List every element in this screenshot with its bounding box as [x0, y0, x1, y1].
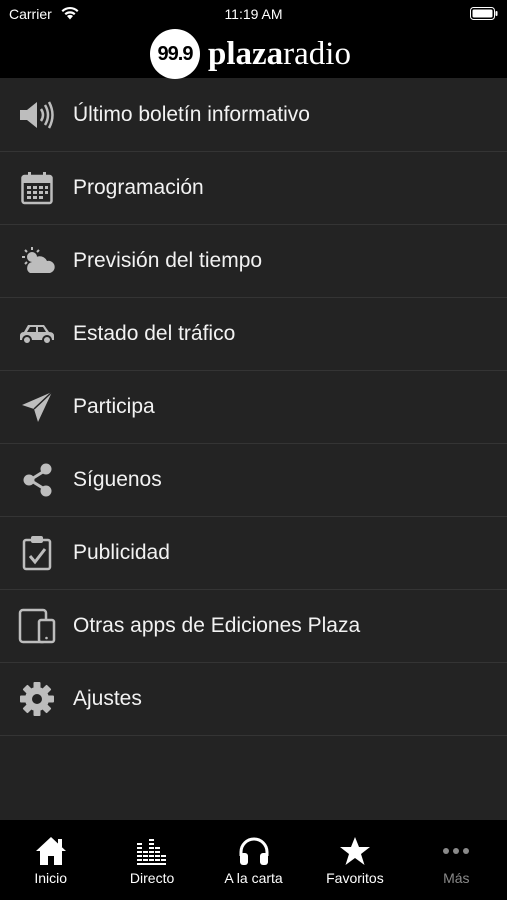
plaza-radio-logo: 99.9 plazaradio	[150, 29, 351, 79]
clipboard-icon	[18, 534, 56, 572]
menu-item-ultimo-boletin[interactable]: Último boletín informativo	[0, 79, 507, 152]
logo-word-radio: radio	[283, 35, 351, 72]
tab-bar: Inicio Directo A la carta Favoritos Más	[0, 820, 507, 900]
menu-item-prevision-tiempo[interactable]: Previsión del tiempo	[0, 225, 507, 298]
app-header: 99.9 plazaradio	[0, 28, 507, 79]
gear-icon	[18, 680, 56, 718]
logo-frequency-badge: 99.9	[150, 29, 200, 79]
menu-item-otras-apps[interactable]: Otras apps de Ediciones Plaza	[0, 590, 507, 663]
menu-label: Otras apps de Ediciones Plaza	[73, 614, 361, 637]
tab-label: Directo	[129, 870, 175, 886]
home-icon	[34, 834, 68, 868]
tab-favoritos[interactable]: Favoritos	[304, 820, 405, 900]
share-icon	[18, 461, 56, 499]
menu-label: Ajustes	[73, 687, 142, 710]
menu-item-siguenos[interactable]: Síguenos	[0, 444, 507, 517]
tab-label: Favoritos	[326, 870, 384, 886]
status-bar: Carrier 11:19 AM	[0, 0, 507, 28]
menu-label: Síguenos	[73, 468, 162, 491]
weather-icon	[18, 242, 56, 280]
menu-item-programacion[interactable]: Programación	[0, 152, 507, 225]
devices-icon	[18, 607, 56, 645]
menu-label: Participa	[73, 395, 155, 418]
more-icon	[439, 834, 473, 868]
tab-label: Más	[443, 870, 470, 886]
tab-directo[interactable]: Directo	[101, 820, 202, 900]
calendar-icon	[18, 169, 56, 207]
logo-wordmark: plazaradio	[208, 35, 351, 72]
speaker-icon	[18, 96, 56, 134]
headphones-icon	[237, 834, 271, 868]
menu-label: Programación	[73, 176, 204, 199]
tab-label: Inicio	[34, 870, 68, 886]
paper-plane-icon	[18, 388, 56, 426]
car-icon	[18, 315, 56, 353]
tab-inicio[interactable]: Inicio	[0, 820, 101, 900]
menu-label: Previsión del tiempo	[73, 249, 263, 272]
menu-label: Último boletín informativo	[73, 103, 310, 126]
menu-label: Publicidad	[73, 541, 170, 564]
more-menu-list: Último boletín informativo Programación …	[0, 79, 507, 736]
equalizer-icon	[135, 834, 169, 868]
tab-mas[interactable]: Más	[406, 820, 507, 900]
menu-item-participa[interactable]: Participa	[0, 371, 507, 444]
star-icon	[338, 834, 372, 868]
logo-word-plaza: plaza	[208, 35, 284, 72]
clock: 11:19 AM	[224, 6, 283, 22]
menu-item-publicidad[interactable]: Publicidad	[0, 517, 507, 590]
menu-item-ajustes[interactable]: Ajustes	[0, 663, 507, 736]
menu-item-estado-trafico[interactable]: Estado del tráfico	[0, 298, 507, 371]
tab-label: A la carta	[224, 870, 283, 886]
battery-icon	[470, 7, 498, 23]
menu-label: Estado del tráfico	[73, 322, 236, 345]
tab-a-la-carta[interactable]: A la carta	[203, 820, 304, 900]
